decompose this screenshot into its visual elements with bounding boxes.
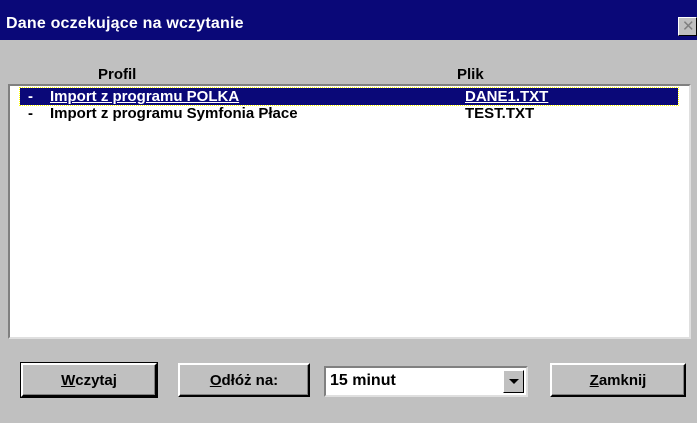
postpone-duration-select[interactable]: 15 minut	[324, 366, 528, 397]
list-item-file: TEST.TXT	[465, 105, 535, 122]
column-header-plik: Plik	[457, 66, 484, 83]
postpone-button-mnemonic: O	[209, 371, 222, 389]
postpone-button-label: dłóż na:	[221, 371, 279, 389]
close-button-label: amknij	[598, 371, 647, 389]
chevron-down-icon[interactable]	[503, 370, 524, 393]
pending-data-list[interactable]: - Import z programu POLKA DANE1.TXT - Im…	[8, 84, 691, 339]
load-button-mnemonic: W	[61, 371, 76, 389]
list-item-profile: Import z programu Symfonia Płace	[50, 105, 298, 122]
postpone-duration-value: 15 minut	[330, 372, 396, 389]
load-button-label: czytaj	[75, 371, 117, 389]
list-item-file: DANE1.TXT	[465, 88, 549, 105]
list-item[interactable]: - Import z programu POLKA DANE1.TXT	[19, 87, 679, 106]
list-item-dash: -	[28, 88, 33, 105]
title-bar: Dane oczekujące na wczytanie ✕	[0, 0, 697, 40]
list-item[interactable]: - Import z programu Symfonia Płace TEST.…	[20, 105, 678, 122]
postpone-button[interactable]: Odłóż na:	[178, 363, 310, 397]
column-header-profil: Profil	[98, 66, 137, 83]
list-item-profile: Import z programu POLKA	[50, 88, 240, 105]
list-item-dash: -	[28, 105, 33, 122]
load-button[interactable]: Wczytaj	[20, 362, 158, 398]
close-icon[interactable]: ✕	[678, 17, 697, 36]
close-button[interactable]: Zamknij	[550, 363, 686, 397]
close-button-mnemonic: Z	[589, 371, 599, 389]
window-title: Dane oczekujące na wczytanie	[6, 15, 244, 32]
